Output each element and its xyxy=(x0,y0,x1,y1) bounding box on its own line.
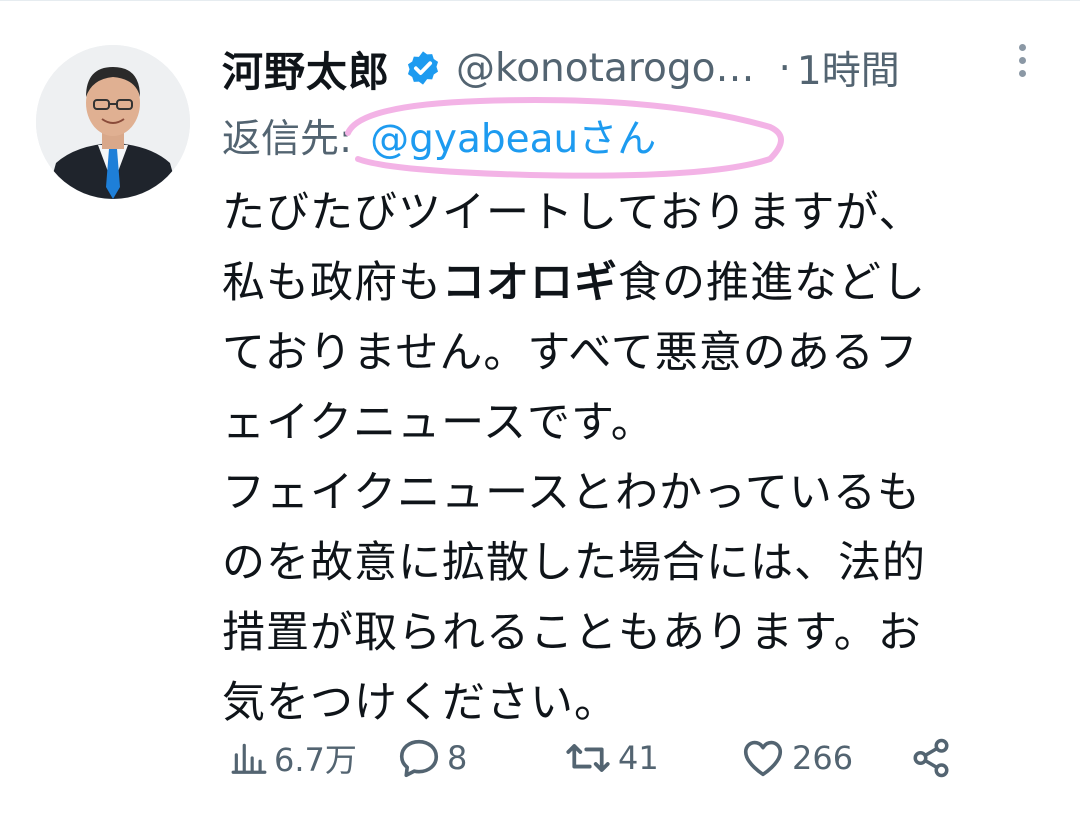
retweet-button[interactable]: 41 xyxy=(564,728,659,788)
avatar[interactable] xyxy=(36,45,190,199)
reply-to-label: 返信先: xyxy=(222,117,353,162)
timestamp[interactable]: 1時間 xyxy=(797,40,900,96)
tweet-body-line: ェイクニュースです。 xyxy=(222,398,655,448)
reply-count: 8 xyxy=(447,739,468,777)
share-button[interactable] xyxy=(910,728,952,788)
top-divider xyxy=(0,0,1080,1)
tweet-body-line: フェイクニュースとわかっているも xyxy=(222,468,921,518)
views-button[interactable]: 6.7万 xyxy=(230,728,357,788)
verified-badge-icon xyxy=(404,49,442,87)
reply-to: 返信先: @gyabeauさん xyxy=(222,106,656,166)
retweet-count: 41 xyxy=(618,739,659,777)
share-icon xyxy=(910,737,952,779)
tweet-body-line: ておりません。すべて悪意のあるフ xyxy=(222,328,919,378)
reply-button[interactable]: 8 xyxy=(397,728,467,788)
action-bar: 6.7万 8 41 266 xyxy=(222,728,982,788)
retweet-icon xyxy=(564,738,612,778)
separator-dot: · xyxy=(778,45,791,91)
reply-icon xyxy=(397,738,441,778)
views-count: 6.7万 xyxy=(274,741,357,779)
tweet-body-line: たびたびツイートしておりますが、 xyxy=(222,188,923,238)
author-name[interactable]: 河野太郎 xyxy=(222,38,390,98)
like-button[interactable]: 266 xyxy=(740,728,853,788)
more-icon[interactable] xyxy=(1010,44,1034,84)
like-icon xyxy=(740,738,786,778)
like-count: 266 xyxy=(792,739,854,777)
tweet-body-line: 措置が取られることもあります。お xyxy=(222,608,922,658)
views-icon xyxy=(230,739,268,777)
tweet-header: 河野太郎 @konotarogo… · 1時間 xyxy=(222,38,900,98)
tweet-body: たびたびツイートしておりますが、 私も政府もコオロギ食の推進などし ておりません… xyxy=(222,178,1042,738)
reply-to-mention-link[interactable]: @gyabeauさん xyxy=(370,108,656,164)
bold-keyword: コオロギ xyxy=(442,258,618,308)
tweet-body-line: 私も政府もコオロギ食の推進などし xyxy=(222,258,926,308)
tweet-body-line: のを故意に拡散した場合には、法的 xyxy=(222,538,926,588)
author-handle[interactable]: @konotarogo… xyxy=(456,46,754,91)
